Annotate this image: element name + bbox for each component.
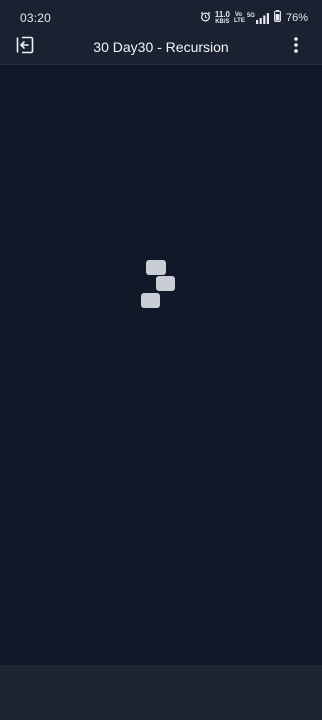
app-bar: 30 Day30 - Recursion — [0, 36, 322, 65]
net-speed-value: 11.0 — [214, 10, 230, 19]
alarm-icon — [200, 9, 211, 27]
loader-block — [141, 293, 160, 308]
battery-icon — [274, 9, 281, 27]
battery-percent: 76% — [285, 12, 308, 24]
more-options-button[interactable] — [286, 36, 306, 59]
loader-block — [156, 276, 175, 291]
status-icons: 11.0 KB/S Vo LTE 5G 76% — [200, 10, 308, 26]
bottom-bar — [0, 665, 322, 720]
loading-blocks-icon — [140, 260, 180, 312]
net-speed-unit: KB/S — [215, 19, 230, 25]
app-screen: 03:20 11.0 KB/S Vo LTE 5G 76% 30 Day30 -… — [0, 0, 322, 720]
network-speed: 11.0 KB/S — [214, 10, 230, 26]
more-vert-icon — [293, 36, 299, 59]
status-time: 03:20 — [20, 11, 52, 25]
page-title: 30 Day30 - Recursion — [93, 39, 229, 55]
status-bar: 03:20 11.0 KB/S Vo LTE 5G 76% — [0, 0, 322, 36]
signal-icon: 5G — [246, 12, 270, 24]
main-content — [0, 65, 322, 665]
network-type: 5G — [246, 12, 255, 19]
volte-icon: Vo LTE — [233, 12, 245, 24]
loader-block — [146, 260, 166, 275]
